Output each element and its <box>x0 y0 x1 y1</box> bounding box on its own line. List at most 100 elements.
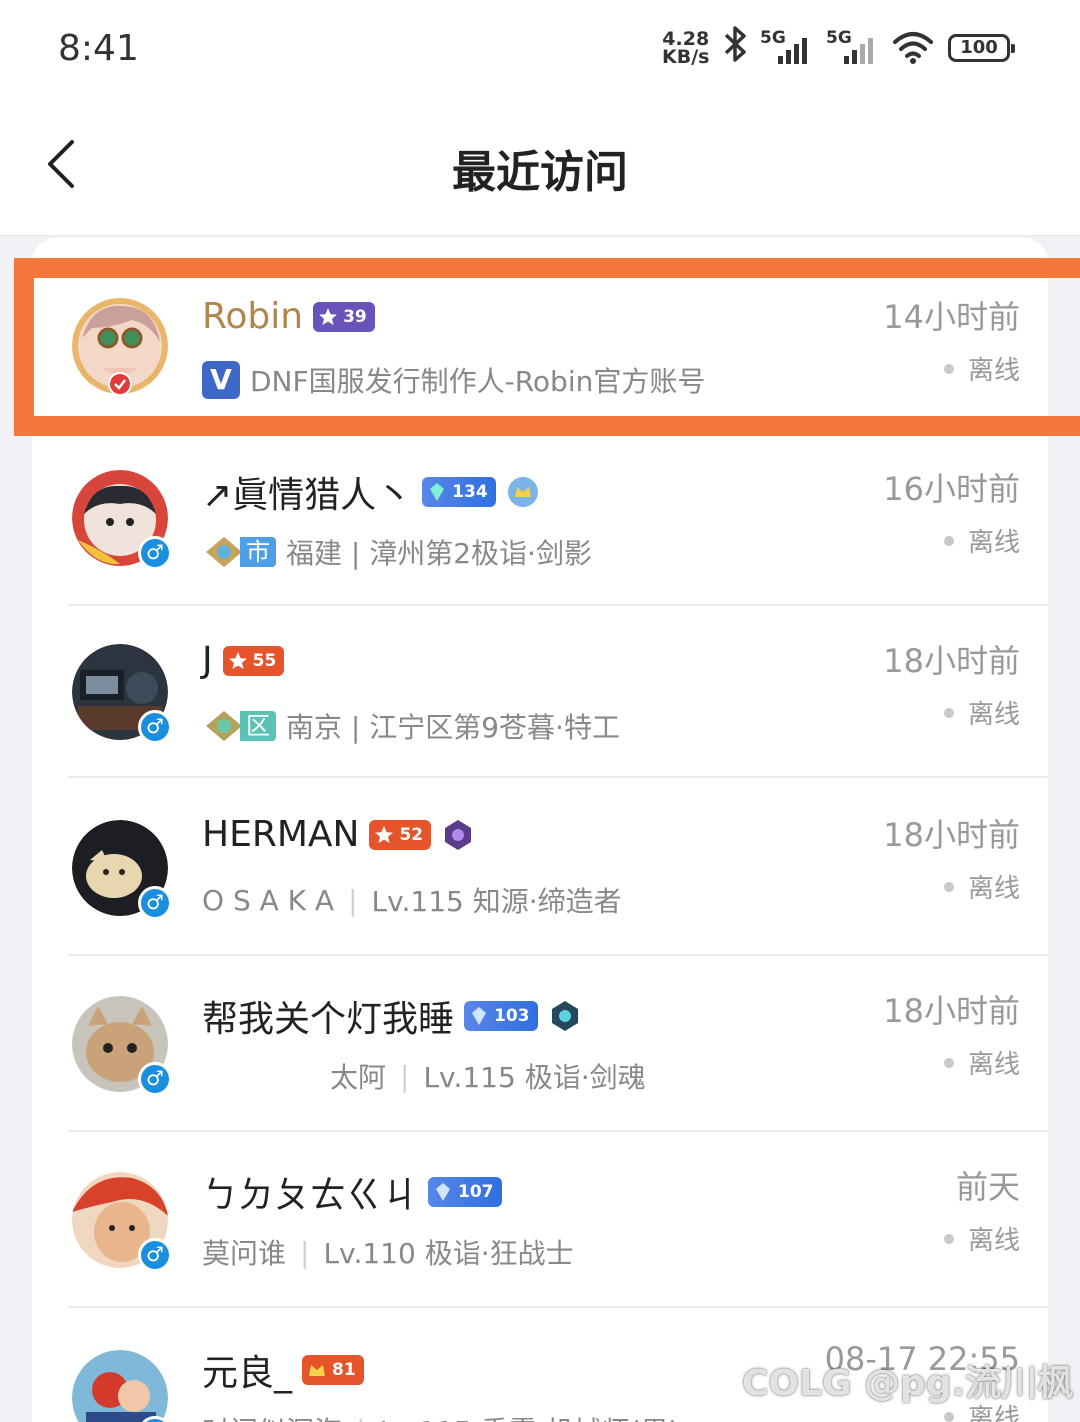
user-name[interactable]: 元良_ <box>202 1344 292 1396</box>
visit-time: 18小时前 <box>883 992 1020 1030</box>
name-line: HERMAN 52 <box>202 814 475 855</box>
signal-icon: 5G <box>760 28 816 68</box>
online-status: 离线 <box>943 694 1020 731</box>
sub-line: O S A K A | Lv.115 知源·缔造者 <box>202 880 622 920</box>
online-status: 离线 <box>943 522 1020 559</box>
visit-time: 14小时前 <box>883 298 1020 336</box>
status-dot-icon <box>943 535 954 546</box>
star-icon <box>319 307 338 325</box>
avatar[interactable]: ♂ <box>72 820 172 920</box>
user-name[interactable]: Robin <box>202 296 303 337</box>
clock: 8:41 <box>58 28 139 69</box>
page-title: 最近访问 <box>452 147 628 198</box>
list-item[interactable]: ♂ ㄅㄉㄆㄊㄍㄐ 107 莫问谁 | Lv.110 极诣·狂战士 前天 离线 <box>32 1132 1048 1308</box>
male-icon: ♂ <box>138 886 172 920</box>
user-name[interactable]: HERMAN <box>202 814 359 855</box>
online-status: 离线 <box>943 350 1020 387</box>
user-name[interactable]: J <box>202 640 213 681</box>
name-line: J 55 <box>202 640 285 681</box>
guild-name: O S A K A <box>202 883 335 917</box>
name-line: Robin 39 <box>202 296 375 337</box>
name-line: 帮我关个灯我睡 103 <box>202 990 582 1042</box>
separator: | <box>356 1414 365 1422</box>
visit-time: 18小时前 <box>883 816 1020 854</box>
guild-name: 莫问谁 <box>202 1237 287 1270</box>
avatar[interactable]: ♂ <box>72 644 172 744</box>
star-icon <box>228 651 247 669</box>
verified-icon <box>108 372 132 396</box>
sub-line: 莫问谁 | Lv.110 极诣·狂战士 <box>202 1232 574 1272</box>
verified-v-icon: V <box>202 361 240 399</box>
user-info: Lv.110 极诣·狂战士 <box>323 1237 574 1270</box>
list-item[interactable]: ♂ 帮我关个灯我睡 103 太阿 | Lv.115 极诣·剑魂 18小时前 离线 <box>32 956 1048 1132</box>
status-dot-icon <box>943 1411 954 1422</box>
male-icon: ♂ <box>138 1062 172 1096</box>
user-name[interactable]: ↗眞情猎人丶 <box>202 466 412 518</box>
user-name[interactable]: 帮我关个灯我睡 <box>202 990 454 1042</box>
level-badge: 103 <box>464 1001 538 1031</box>
status-icons: 5G 5G 100 <box>720 24 1015 73</box>
visit-time: 18小时前 <box>883 642 1020 680</box>
list-item[interactable]: ♂ J 55 区 南京 | 江宁区第9苍暮·特工 18小时前 离线 <box>32 606 1048 778</box>
user-info: 南京 | 江宁区第9苍暮·特工 <box>286 711 620 744</box>
user-info: Lv.115 极诣·剑魂 <box>423 1061 646 1094</box>
avatar[interactable]: ♂ <box>72 1350 172 1422</box>
avatar[interactable] <box>72 298 168 396</box>
level-badge: 52 <box>369 819 432 850</box>
name-line: 元良_ 81 <box>202 1344 364 1396</box>
status-dot-icon <box>943 707 954 718</box>
status-dot-icon <box>943 1057 954 1068</box>
online-status: 离线 <box>943 868 1020 905</box>
male-icon: ♂ <box>138 1238 172 1272</box>
signal-icon: 5G <box>826 28 882 68</box>
visit-time: 前天 <box>955 1168 1020 1206</box>
male-icon: ♂ <box>138 710 172 744</box>
level-badge: 39 <box>313 301 375 332</box>
list-item[interactable]: ♂ HERMAN 52 O S A K A | Lv.115 知源·缔造者 18… <box>32 778 1048 956</box>
status-bar: 8:41 4.28 KB/s 5G 5G 100 <box>0 0 1080 100</box>
region-tag: 区 <box>202 709 276 743</box>
name-line: ㄅㄉㄆㄊㄍㄐ 107 <box>202 1166 502 1218</box>
level-badge: 81 <box>302 1355 364 1385</box>
star-icon <box>375 825 394 843</box>
sub-line: 市 福建 | 漳州第2极诣·剑影 <box>202 532 592 572</box>
name-line: ↗眞情猎人丶 134 <box>202 466 540 518</box>
user-title: DNF国服发行制作人-Robin官方账号 <box>250 365 706 398</box>
sub-line: 太阿 | Lv.115 极诣·剑魂 <box>330 1056 646 1096</box>
list-item[interactable]: ♂ ↗眞情猎人丶 134 市 福建 | 漳州第2极诣·剑影 16小时前 离线 <box>32 434 1048 606</box>
crown-icon <box>507 477 538 507</box>
online-status: 离线 <box>943 1044 1020 1081</box>
sub-line: V DNF国服发行制作人-Robin官方账号 <box>202 360 705 400</box>
level-badge: 55 <box>222 645 285 676</box>
crown-icon <box>309 1365 326 1376</box>
avatar[interactable]: ♂ <box>72 1172 172 1272</box>
separator: | <box>300 1235 310 1269</box>
visit-time: 16小时前 <box>883 470 1020 508</box>
avatar[interactable]: ♂ <box>72 470 172 570</box>
user-info: 福建 | 漳州第2极诣·剑影 <box>286 537 592 570</box>
sub-line: 区 南京 | 江宁区第9苍暮·特工 <box>202 706 620 746</box>
status-dot-icon <box>943 363 954 374</box>
status-dot-icon <box>943 1233 954 1244</box>
diamond-icon <box>472 1007 487 1025</box>
bluetooth-icon <box>720 24 750 73</box>
sub-line: 时间似深海 | Lv.115 重霄·机械师(男) <box>202 1410 679 1422</box>
visitor-list: Robin 39 V DNF国服发行制作人-Robin官方账号 14小时前 离线 <box>32 238 1048 1422</box>
separator: | <box>348 883 358 917</box>
avatar[interactable]: ♂ <box>72 996 172 1096</box>
male-icon: ♂ <box>138 536 172 570</box>
user-name[interactable]: ㄅㄉㄆㄊㄍㄐ <box>202 1166 418 1218</box>
region-tag: 市 <box>202 535 276 569</box>
guild-name: 太阿 <box>330 1061 387 1094</box>
list-item[interactable]: Robin 39 V DNF国服发行制作人-Robin官方账号 14小时前 离线 <box>32 258 1048 434</box>
user-info: Lv.115 重霄·机械师(男) <box>379 1410 679 1422</box>
status-dot-icon <box>943 881 954 892</box>
guild-name: 时间似深海 <box>202 1410 342 1422</box>
diamond-icon <box>430 483 445 501</box>
user-info: Lv.115 知源·缔造者 <box>371 885 622 918</box>
diamond-icon <box>436 1183 451 1201</box>
online-status: 离线 <box>943 1220 1020 1257</box>
rank-emblem-icon <box>551 1001 578 1031</box>
level-badge: 107 <box>428 1177 502 1207</box>
wifi-icon <box>893 32 933 64</box>
